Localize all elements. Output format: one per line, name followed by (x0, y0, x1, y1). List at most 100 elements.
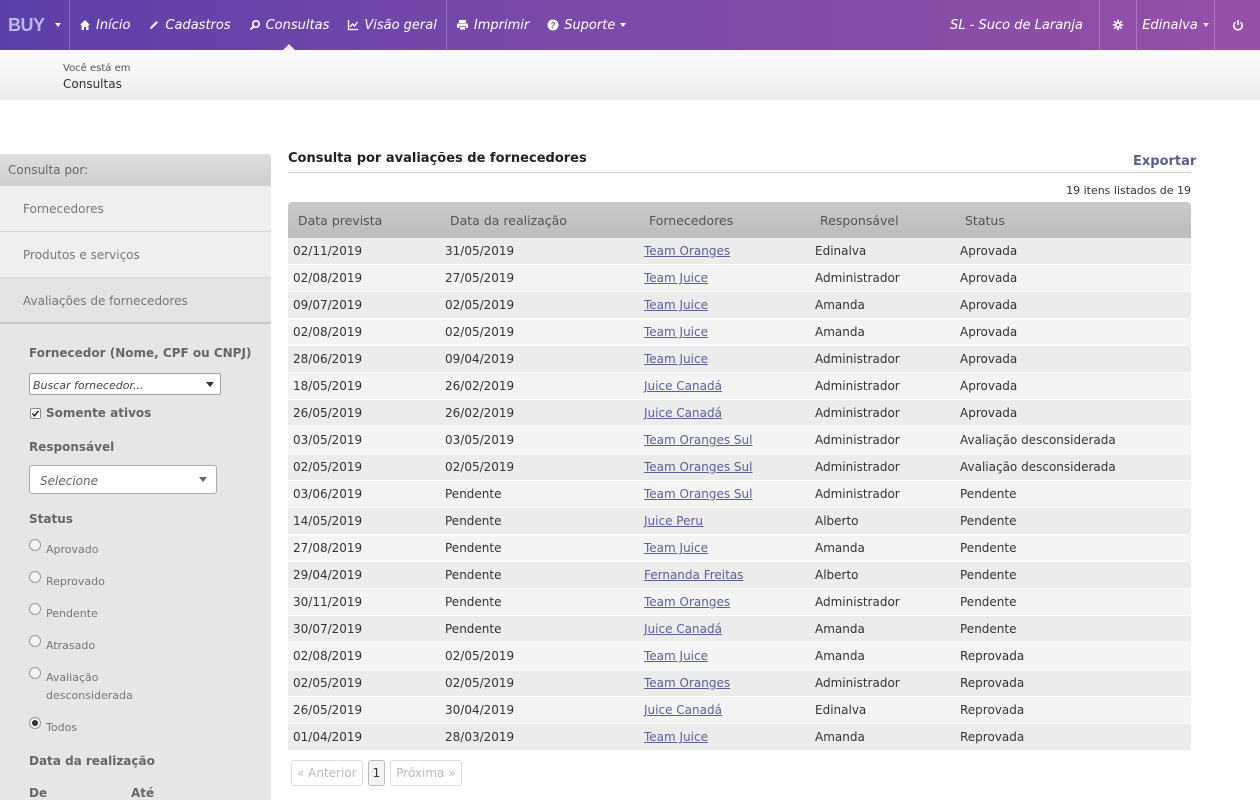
cell-data-prevista: 03/06/2019 (293, 487, 363, 501)
column-header-data-prevista[interactable]: Data prevista (298, 213, 382, 228)
table-row: 02/08/2019 27/05/2019 Team Juice Administra… (288, 265, 1191, 292)
status-radio[interactable] (29, 539, 41, 551)
cell-data-prevista: 03/05/2019 (293, 433, 363, 447)
nav-label: Visão geral (364, 17, 437, 33)
cell-fornecedor-link[interactable]: Team Juice (644, 730, 708, 744)
supplier-search-select[interactable]: Buscar fornecedor... (29, 373, 221, 395)
chevron-down-icon (620, 23, 627, 27)
cell-data-prevista: 29/04/2019 (293, 568, 363, 582)
cell-fornecedor-link[interactable]: Team Juice (644, 325, 708, 339)
nav-item-inicio[interactable]: Início (70, 0, 139, 50)
column-header-status[interactable]: Status (965, 213, 1005, 228)
home-icon (80, 20, 90, 30)
sidebar-item-fornecedores[interactable]: Fornecedores (0, 186, 271, 232)
cell-status: Avaliação desconsiderada (960, 460, 1116, 474)
nav-item-cadastros[interactable]: Cadastros (139, 0, 239, 50)
cell-status: Reprovada (960, 730, 1025, 744)
cell-fornecedor-link[interactable]: Team Juice (644, 649, 708, 663)
cell-status: Aprovada (960, 271, 1018, 285)
nav-item-imprimir[interactable]: Imprimir (447, 0, 538, 50)
sidebar-item-produtos-servicos[interactable]: Produtos e serviços (0, 232, 271, 278)
nav-label: Imprimir (473, 17, 530, 33)
table-row: 18/05/2019 26/02/2019 Juice Canadá Administ… (288, 373, 1191, 400)
table-row: 27/08/2019 Pendente Team Juice Amanda Penden… (288, 535, 1191, 562)
nav-item-consultas[interactable]: Consultas (240, 0, 339, 50)
cell-fornecedor-link[interactable]: Juice Peru (644, 514, 703, 528)
cell-data-realizacao: Pendente (445, 595, 502, 609)
export-button[interactable]: Exportar (1133, 154, 1196, 169)
settings-button[interactable] (1099, 0, 1136, 50)
cell-data-prevista: 26/05/2019 (293, 406, 363, 420)
cell-fornecedor-link[interactable]: Team Oranges (644, 244, 730, 258)
logout-button[interactable] (1214, 0, 1260, 50)
status-radio[interactable] (29, 717, 41, 729)
status-radio[interactable] (29, 603, 41, 615)
cell-data-realizacao: 02/05/2019 (445, 325, 515, 339)
pagination-prev[interactable]: « Anterior (291, 760, 363, 786)
column-header-responsavel[interactable]: Responsável (820, 213, 899, 228)
responsible-select[interactable]: Selecione (29, 465, 217, 494)
cell-fornecedor-link[interactable]: Team Juice (644, 298, 708, 312)
sidebar-header: Consulta por: (0, 154, 271, 186)
table-header: Data prevista Data da realização Fornece… (288, 202, 1191, 238)
cell-data-realizacao: 02/05/2019 (445, 460, 515, 474)
cell-data-prevista: 01/04/2019 (293, 730, 363, 744)
cell-data-realizacao: 31/05/2019 (445, 244, 515, 258)
pagination-next[interactable]: Próxima » (390, 760, 462, 786)
cell-fornecedor-link[interactable]: Team Juice (644, 271, 708, 285)
sidebar-item-avaliacoes[interactable]: Avaliações de fornecedores (0, 278, 271, 324)
status-radio[interactable] (29, 635, 41, 647)
nav-label: Início (96, 17, 131, 33)
column-header-fornecedores[interactable]: Fornecedores (649, 213, 733, 228)
pagination-page[interactable]: 1 (367, 760, 386, 786)
table-body: 02/11/2019 31/05/2019 Team Oranges Edinalva… (288, 238, 1191, 751)
column-header-data-realizacao[interactable]: Data da realização (450, 213, 567, 228)
brand-logo[interactable]: BUY (0, 0, 70, 50)
cell-responsavel: Alberto (815, 514, 859, 528)
table-row: 03/05/2019 03/05/2019 Team Oranges Sul Admi… (288, 427, 1191, 454)
nav-item-suporte[interactable]: ? Suporte (538, 0, 635, 50)
status-radio-label: Pendente (46, 605, 98, 623)
status-radio[interactable] (29, 571, 41, 583)
status-radio[interactable] (29, 667, 41, 679)
table-row: 09/07/2019 02/05/2019 Team Juice Amanda Apro… (288, 292, 1191, 319)
cell-responsavel: Administrador (815, 352, 900, 366)
cell-status: Pendente (960, 487, 1017, 501)
status-radio-label: Reprovado (46, 573, 105, 591)
table-row: 01/04/2019 28/03/2019 Team Juice Amanda Repr… (288, 724, 1191, 751)
status-radio-label-line: Avaliação (46, 671, 99, 684)
cell-fornecedor-link[interactable]: Juice Canadá (644, 703, 722, 717)
cell-data-prevista: 26/05/2019 (293, 703, 363, 717)
user-name: Edinalva (1142, 17, 1198, 33)
company-name[interactable]: SL - Suco de Laranja (950, 18, 1099, 33)
cell-data-prevista: 14/05/2019 (293, 514, 363, 528)
cell-fornecedor-link[interactable]: Team Oranges Sul (644, 487, 753, 501)
date-from-label: De (29, 786, 48, 800)
cell-fornecedor-link[interactable]: Juice Canadá (644, 406, 722, 420)
nav-label: Cadastros (165, 17, 231, 33)
cell-data-prevista: 27/08/2019 (293, 541, 363, 555)
user-menu[interactable]: Edinalva (1136, 0, 1214, 50)
evaluations-table: Data prevista Data da realização Fornece… (288, 202, 1191, 751)
nav-item-visao-geral[interactable]: Visão geral (338, 0, 446, 50)
cell-fornecedor-link[interactable]: Team Oranges Sul (644, 460, 753, 474)
cell-fornecedor-link[interactable]: Juice Canadá (644, 379, 722, 393)
printer-icon (456, 20, 468, 31)
only-active-checkbox[interactable] (30, 408, 41, 419)
cell-fornecedor-link[interactable]: Juice Canadá (644, 622, 722, 636)
cell-responsavel: Administrador (815, 433, 900, 447)
cell-fornecedor-link[interactable]: Fernanda Freitas (644, 568, 743, 582)
table-row: 14/05/2019 Pendente Juice Peru Alberto Pende… (288, 508, 1191, 535)
cell-fornecedor-link[interactable]: Team Oranges Sul (644, 433, 753, 447)
cell-fornecedor-link[interactable]: Team Juice (644, 352, 708, 366)
cell-fornecedor-link[interactable]: Team Oranges (644, 676, 730, 690)
table-row: 02/05/2019 02/05/2019 Team Oranges Sul Admi… (288, 454, 1191, 481)
cell-fornecedor-link[interactable]: Team Oranges (644, 595, 730, 609)
cell-data-prevista: 30/07/2019 (293, 622, 363, 636)
cell-fornecedor-link[interactable]: Team Juice (644, 541, 708, 555)
status-radio-label-line: Pendente (46, 607, 98, 620)
nav-label: Consultas (265, 17, 330, 33)
cell-data-realizacao: 26/02/2019 (445, 379, 515, 393)
gear-icon (1112, 19, 1124, 31)
cell-responsavel: Amanda (815, 298, 865, 312)
